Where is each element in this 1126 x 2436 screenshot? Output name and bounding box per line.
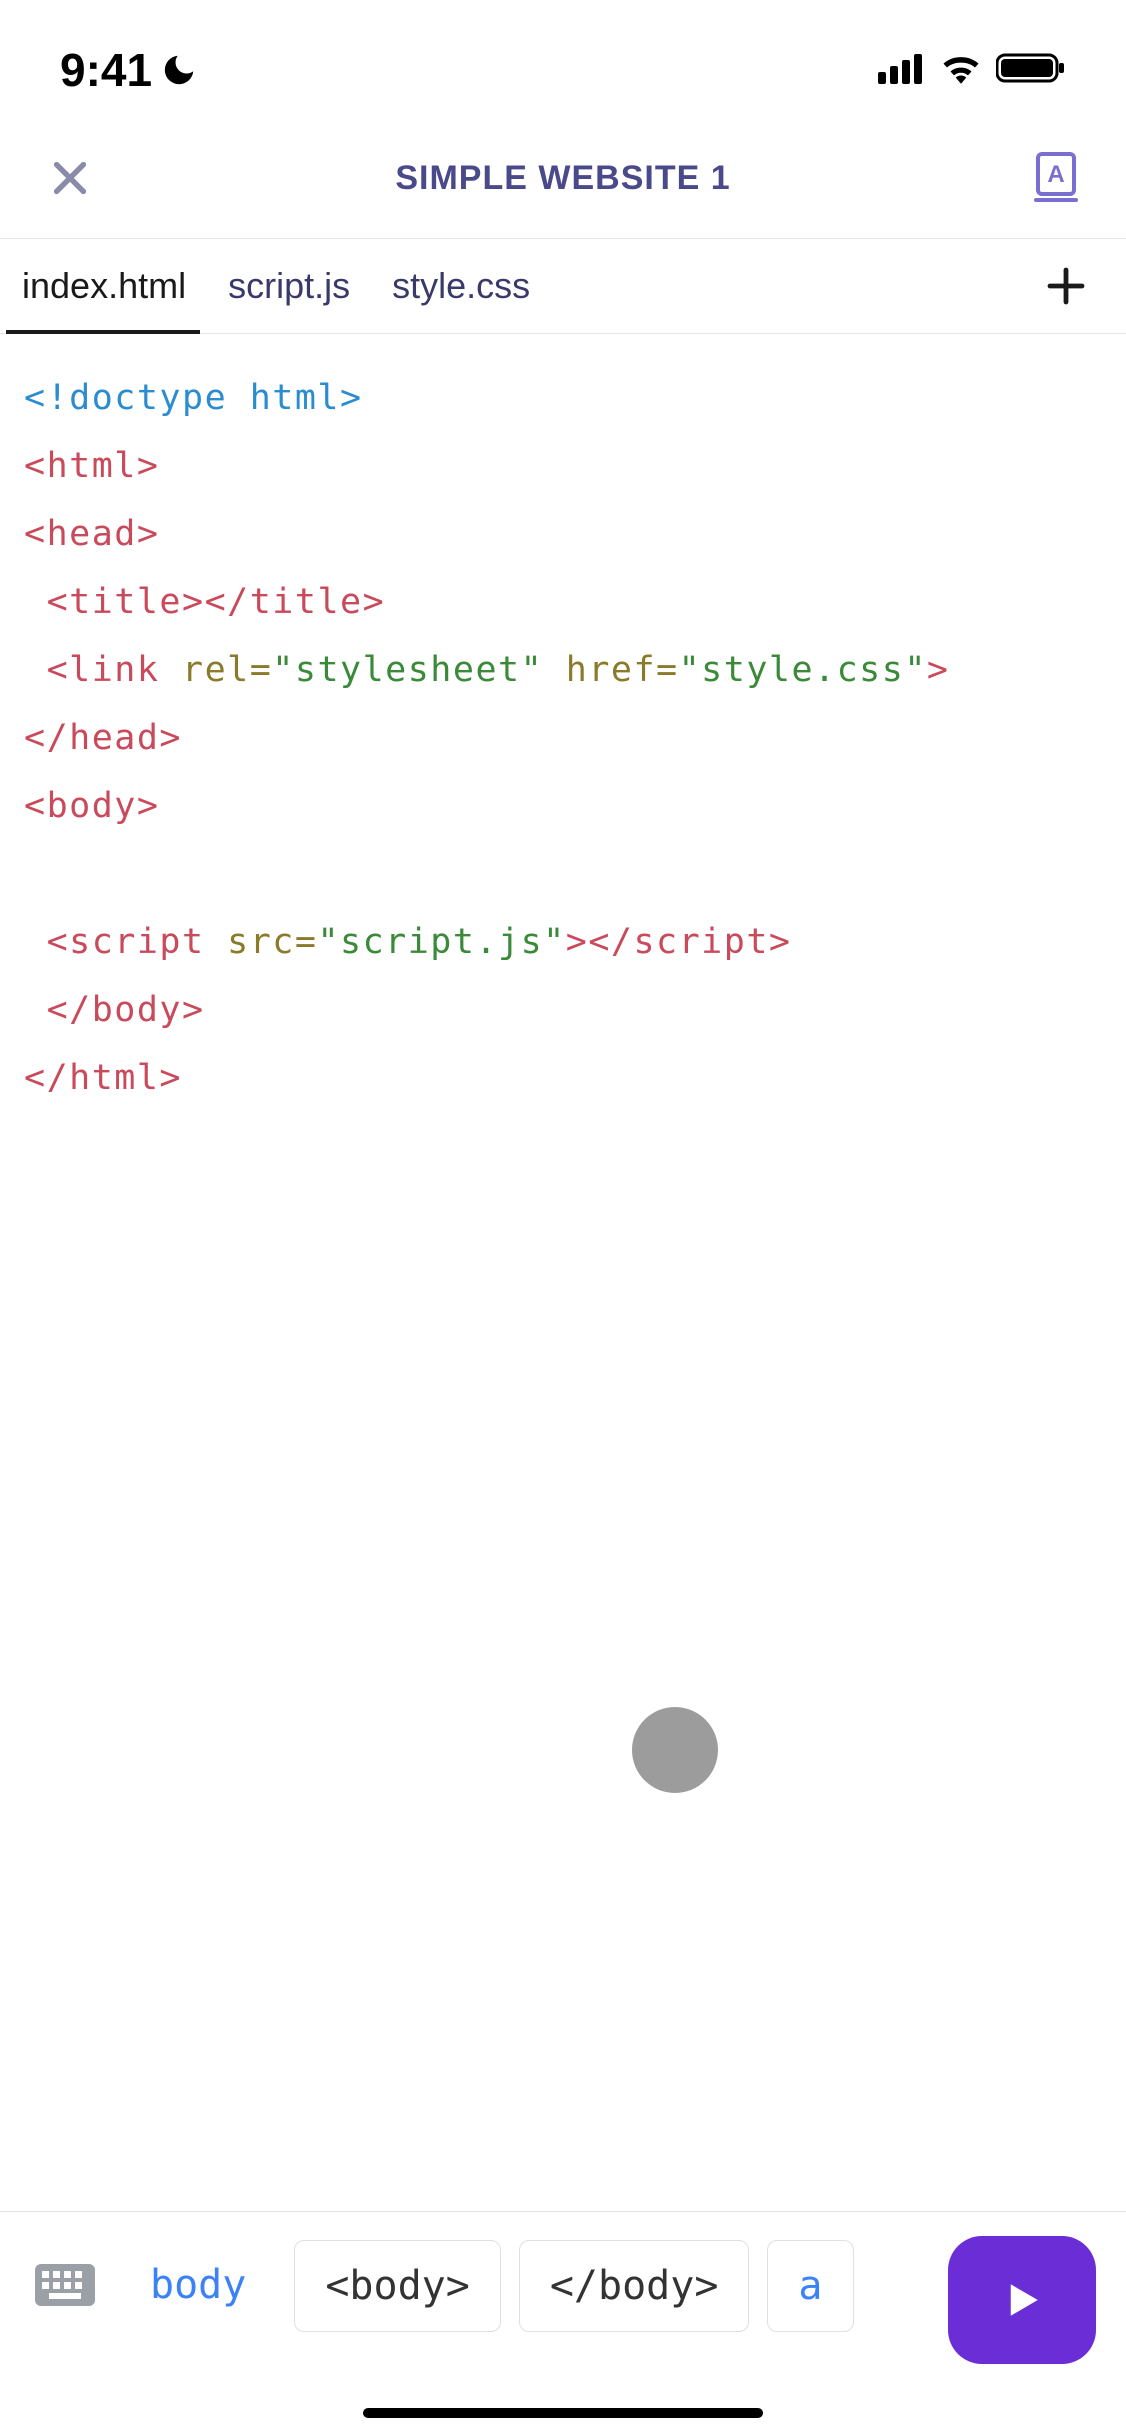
- code-token: <script: [47, 922, 205, 962]
- code-token: >: [927, 650, 950, 690]
- signal-icon: [878, 52, 926, 89]
- code-token: rel=: [159, 650, 272, 690]
- code-token: </head>: [24, 718, 182, 758]
- snippet-chips: body <body> </body> a: [120, 2240, 928, 2332]
- page-title: SIMPLE WEBSITE 1: [100, 159, 1026, 198]
- status-time: 9:41: [60, 43, 152, 97]
- code-token: "style.css": [679, 650, 927, 690]
- wifi-icon: [940, 52, 982, 89]
- close-button[interactable]: [40, 148, 100, 208]
- status-bar: 9:41: [0, 0, 1126, 130]
- tab-index-html[interactable]: index.html: [0, 239, 206, 333]
- keyboard-button[interactable]: [30, 2258, 100, 2312]
- status-right: [878, 52, 1066, 89]
- tab-script-js[interactable]: script.js: [206, 239, 370, 333]
- code-token: <head>: [24, 514, 159, 554]
- snippet-chip-partial[interactable]: a: [767, 2240, 853, 2332]
- code-token: src=: [205, 922, 318, 962]
- svg-text:A: A: [1047, 161, 1064, 188]
- code-token: <link: [47, 650, 160, 690]
- add-tab-button[interactable]: [1036, 256, 1096, 316]
- code-token: <html>: [24, 446, 159, 486]
- code-token: <title>: [47, 582, 205, 622]
- code-token: href=: [543, 650, 678, 690]
- assistive-touch-dot[interactable]: [632, 1707, 718, 1793]
- status-left: 9:41: [60, 43, 198, 97]
- snippet-chip-body[interactable]: body: [120, 2240, 276, 2330]
- snippet-chip-body-open[interactable]: <body>: [294, 2240, 501, 2332]
- code-token: </body>: [47, 990, 205, 1030]
- bottom-toolbar: body <body> </body> a: [0, 2211, 1126, 2436]
- run-button[interactable]: [948, 2236, 1096, 2364]
- app-header: SIMPLE WEBSITE 1 A: [0, 130, 1126, 239]
- code-token: <body>: [24, 786, 159, 826]
- snippet-chip-body-close[interactable]: </body>: [519, 2240, 750, 2332]
- code-token: </script>: [588, 922, 791, 962]
- code-token: "script.js": [317, 922, 565, 962]
- tab-style-css[interactable]: style.css: [370, 239, 550, 333]
- moon-icon: [160, 51, 198, 89]
- home-indicator[interactable]: [363, 2408, 763, 2418]
- battery-icon: [996, 52, 1066, 89]
- code-token: >: [566, 922, 589, 962]
- code-token: "stylesheet": [272, 650, 543, 690]
- code-token: <!doctype html>: [24, 378, 363, 418]
- code-token: </html>: [24, 1058, 182, 1098]
- code-editor[interactable]: <!doctype html> <html> <head> <title></t…: [0, 334, 1126, 1142]
- code-token: </title>: [205, 582, 386, 622]
- file-tabs: index.html script.js style.css: [0, 239, 1126, 334]
- text-style-button[interactable]: A: [1026, 148, 1086, 208]
